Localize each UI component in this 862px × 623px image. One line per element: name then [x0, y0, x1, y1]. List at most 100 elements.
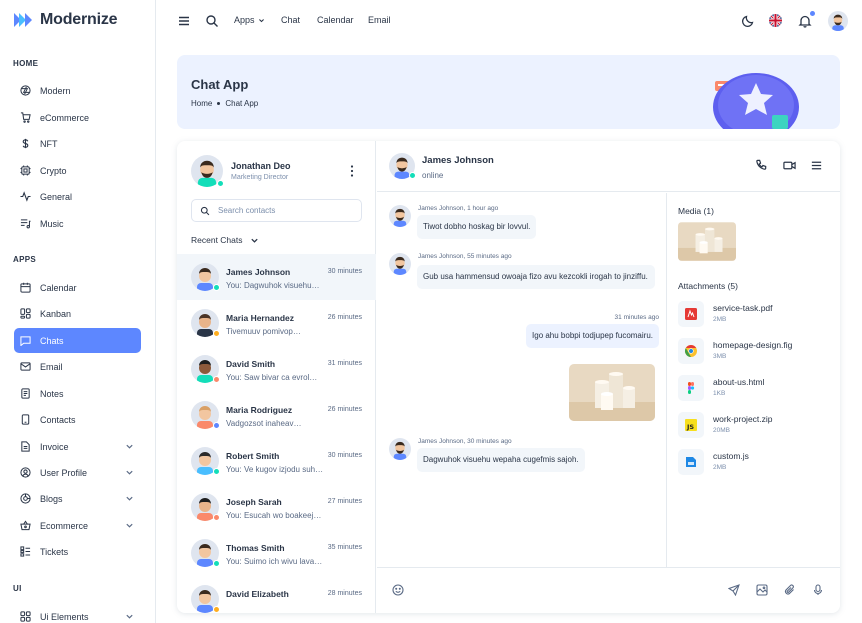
contact-item[interactable]: David Elizabeth 28 minutes — [177, 576, 376, 613]
sidebar-item-email[interactable]: Email — [14, 354, 141, 379]
sidebar-item-general[interactable]: General — [14, 184, 141, 209]
image-upload-icon[interactable] — [756, 584, 768, 596]
menu-icon[interactable] — [810, 159, 823, 172]
chevron-down-icon — [126, 614, 133, 619]
sidebar-item-blogs[interactable]: Blogs — [14, 486, 141, 511]
sidebar-item-invoice[interactable]: Invoice — [14, 434, 141, 459]
contact-item[interactable]: David Smith You: Saw bivar ca evrol… 31 mi… — [177, 346, 376, 392]
sidebar-item-label: Crypto — [40, 165, 67, 176]
contact-time: 26 minutes — [327, 314, 362, 321]
contact-item[interactable]: Thomas Smith You: Suimo ich wivu lava… 35 … — [177, 530, 376, 576]
svg-text:JS: JS — [686, 423, 694, 431]
contact-time: 31 minutes — [327, 360, 362, 367]
sidebar-item-crypto[interactable]: Crypto — [14, 158, 141, 183]
media-heading: Media (1) — [678, 206, 714, 216]
contact-item[interactable]: Joseph Sarah You: Esucah wo boakeej… 27 mi… — [177, 484, 376, 530]
recent-chats-dropdown[interactable]: Recent Chats — [191, 235, 259, 245]
contact-item[interactable]: James Johnson You: Dagwuhok visuehu… 30 mi… — [177, 254, 376, 300]
playlist-icon — [20, 218, 31, 229]
sidebar-item-label: Blogs — [40, 493, 63, 504]
phone-call-icon[interactable] — [755, 159, 768, 172]
attachment-item[interactable]: service-task.pdf 2MB — [678, 299, 838, 329]
sidebar-item-ecommerce-group[interactable]: Ecommerce — [14, 513, 141, 538]
sidebar-item-kanban[interactable]: Kanban — [14, 301, 141, 326]
message-meta: James Johnson, 55 minutes ago — [418, 253, 512, 260]
cart-icon — [20, 112, 31, 123]
nav-caption-home: HOME — [13, 59, 39, 68]
sidebar-item-modern[interactable]: Modern — [14, 78, 141, 103]
sidebar-item-label: eCommerce — [40, 112, 90, 123]
contact-time: 30 minutes — [327, 452, 362, 459]
contact-time: 30 minutes — [327, 268, 362, 275]
moon-icon[interactable] — [741, 14, 755, 28]
chevron-down-icon — [126, 444, 133, 449]
recent-chats-label: Recent Chats — [191, 235, 243, 245]
uk-flag-icon[interactable] — [769, 14, 782, 27]
status-dot — [213, 422, 220, 429]
topbar-link-apps[interactable]: Apps — [234, 15, 265, 25]
more-vertical-icon[interactable] — [347, 164, 357, 178]
search-input[interactable] — [218, 206, 358, 215]
chat-star-illustration-icon — [713, 73, 799, 129]
sidebar-item-tickets[interactable]: Tickets — [14, 539, 141, 564]
media-thumbnail[interactable] — [678, 222, 736, 261]
sidebar-item-calendar[interactable]: Calendar — [14, 275, 141, 300]
sidebar-item-music[interactable]: Music — [14, 211, 141, 236]
contact-avatar-wrap — [191, 401, 220, 429]
paperclip-icon[interactable] — [784, 584, 796, 596]
sidebar-item-chats[interactable]: Chats — [14, 328, 141, 353]
chevron-down-icon — [126, 470, 133, 475]
topbar-link-email[interactable]: Email — [368, 15, 391, 25]
sidebar-item-ecommerce[interactable]: eCommerce — [14, 105, 141, 130]
breadcrumb-home[interactable]: Home — [191, 99, 212, 108]
contact-avatar-wrap — [191, 263, 220, 291]
search-icon[interactable] — [205, 14, 219, 28]
sidebar: Modernize HOME Modern eCommerce NFT Cryp… — [0, 0, 156, 623]
current-user-info: Jonathan Deo Marketing Director — [231, 161, 291, 181]
sidebar-item-label: Ui Elements — [40, 611, 89, 622]
shared-image-message[interactable] — [569, 364, 655, 421]
emoji-icon[interactable] — [392, 584, 404, 596]
contact-item[interactable]: Robert Smith You: Ve kugov izjodu suh… 30 … — [177, 438, 376, 484]
attachment-item[interactable]: homepage-design.fig 3MB — [678, 336, 838, 366]
contact-time: 26 minutes — [327, 406, 362, 413]
sidebar-item-label: Kanban — [40, 308, 72, 319]
user-avatar[interactable] — [828, 11, 848, 31]
contact-last-message: You: Saw bivar ca evrol… — [226, 373, 318, 382]
video-icon[interactable] — [783, 159, 796, 172]
chart-donut-icon — [20, 493, 31, 504]
attachment-item[interactable]: about-us.html 1KB — [678, 373, 838, 403]
sidebar-item-ui-elements[interactable]: Ui Elements — [14, 604, 141, 623]
brand-logo[interactable]: Modernize — [13, 10, 118, 30]
attachment-item[interactable]: JS work-project.zip 20MB — [678, 410, 838, 440]
current-user-name: Jonathan Deo — [231, 161, 291, 171]
contact-time: 27 minutes — [327, 498, 362, 505]
sidebar-item-user-profile[interactable]: User Profile — [14, 460, 141, 485]
breadcrumb-separator — [217, 102, 221, 105]
message-item: James Johnson, 1 hour ago Tiwot dobho ho… — [389, 205, 659, 239]
ticket-icon — [20, 546, 31, 557]
attachment-size: 1KB — [713, 390, 726, 397]
kanban-icon — [20, 308, 31, 319]
microphone-icon[interactable] — [812, 584, 824, 596]
active-contact-avatar-wrap — [389, 153, 416, 179]
message-meta: James Johnson, 30 minutes ago — [418, 438, 512, 445]
message-list: James Johnson, 1 hour ago Tiwot dobho ho… — [377, 193, 667, 567]
contact-item[interactable]: Maria Hernandez Tivemuuv pomivop… 26 minut… — [177, 300, 376, 346]
search-icon — [200, 206, 210, 215]
online-status-dot — [409, 172, 416, 179]
sidebar-item-contacts[interactable]: Contacts — [14, 407, 141, 432]
status-dot — [213, 376, 220, 383]
attachment-size: 2MB — [713, 464, 727, 471]
bell-icon[interactable] — [798, 14, 812, 28]
sidebar-item-notes[interactable]: Notes — [14, 381, 141, 406]
contact-item[interactable]: Maria Rodriguez Vadgozsot inaheav… 26 minu… — [177, 392, 376, 438]
menu-icon[interactable] — [177, 14, 191, 28]
send-icon[interactable] — [728, 584, 740, 596]
breadcrumb-current: Chat App — [225, 99, 259, 108]
topbar-link-chat[interactable]: Chat — [281, 15, 300, 25]
sidebar-item-nft[interactable]: NFT — [14, 131, 141, 156]
topbar-link-calendar[interactable]: Calendar — [317, 15, 354, 25]
attachment-item[interactable]: custom.js 2MB — [678, 447, 838, 477]
contact-avatar-wrap — [191, 539, 220, 567]
